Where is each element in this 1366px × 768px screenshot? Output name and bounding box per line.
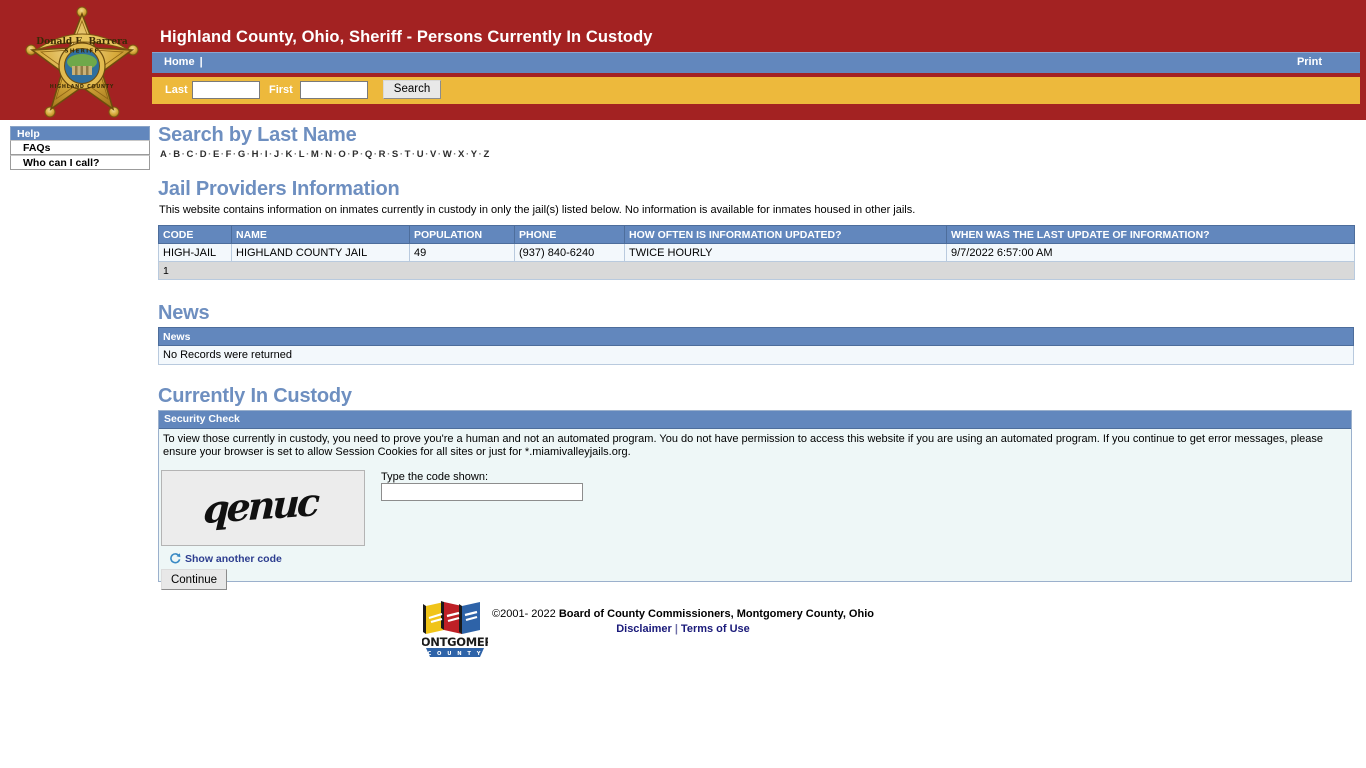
captcha-code-label: Type the code shown:	[381, 471, 488, 483]
page-footer: MONTGOMERY C O U N T Y ©2001- 2022 Board…	[0, 598, 1366, 635]
col-phone[interactable]: PHONE	[515, 226, 625, 244]
alphabet-link-b[interactable]: B	[173, 149, 180, 160]
cell-phone: (937) 840-6240	[515, 244, 625, 262]
site-header: Donald E. Barrera SHERIFF HIGHLAND COUNT…	[0, 0, 1366, 120]
col-name[interactable]: NAME	[232, 226, 410, 244]
jail-providers-title: Jail Providers Information	[158, 178, 1354, 201]
print-link[interactable]: Print	[1297, 56, 1322, 68]
alphabet-link-n[interactable]: N	[325, 149, 332, 160]
continue-button[interactable]: Continue	[161, 569, 227, 590]
currently-in-custody-title: Currently In Custody	[158, 385, 1354, 408]
last-name-label: Last	[165, 84, 188, 96]
news-empty-row: No Records were returned	[159, 346, 1354, 365]
search-by-last-name-title: Search by Last Name	[158, 124, 1354, 147]
news-empty-message: No Records were returned	[159, 346, 1354, 365]
sidebar-item-who-can-i-call-label[interactable]: Who can I call?	[23, 157, 99, 169]
help-sidebar: Help FAQs Who can I call?	[10, 126, 150, 170]
page-title: Highland County, Ohio, Sheriff - Persons…	[160, 28, 653, 47]
show-another-code-link[interactable]: Show another code	[169, 552, 282, 567]
table-pager-row: 1	[159, 262, 1355, 280]
alphabet-link-j[interactable]: J	[274, 149, 280, 160]
jail-providers-blurb: This website contains information on inm…	[159, 204, 1354, 216]
sidebar-heading-help: Help	[10, 126, 150, 140]
cell-code: HIGH-JAIL	[159, 244, 232, 262]
sidebar-item-faqs-label[interactable]: FAQs	[23, 142, 50, 154]
cell-population: 49	[410, 244, 515, 262]
copyright-prefix: ©2001- 2022	[492, 608, 559, 620]
table-header-row: CODE NAME POPULATION PHONE HOW OFTEN IS …	[159, 226, 1355, 244]
alphabet-link-e[interactable]: E	[213, 149, 220, 160]
copyright-entity: Board of County Commissioners, Montgomer…	[559, 608, 874, 620]
security-check-panel: Security Check To view those currently i…	[158, 410, 1352, 582]
cell-update-frequency: TWICE HOURLY	[625, 244, 947, 262]
svg-text:HIGHLAND COUNTY: HIGHLAND COUNTY	[50, 84, 114, 90]
captcha-code-text: qenuc	[202, 479, 317, 532]
terms-of-use-link[interactable]: Terms of Use	[681, 623, 750, 635]
nav-right-group: Print	[1297, 56, 1322, 68]
main-navbar: Home| Print	[152, 52, 1360, 73]
sheriff-badge-icon: Donald E. Barrera SHERIFF HIGHLAND COUNT…	[22, 4, 142, 120]
first-name-label: First	[269, 84, 293, 96]
alphabet-link-s[interactable]: S	[392, 149, 399, 160]
news-header-row: News	[159, 328, 1354, 346]
news-title: News	[158, 302, 1354, 325]
svg-text:C O U N T Y: C O U N T Y	[427, 651, 482, 657]
disclaimer-link[interactable]: Disclaimer	[616, 623, 672, 635]
alphabet-link-q[interactable]: Q	[365, 149, 373, 160]
montgomery-county-logo: MONTGOMERY C O U N T Y	[422, 600, 488, 660]
footer-links-separator: |	[672, 623, 681, 635]
col-population[interactable]: POPULATION	[410, 226, 515, 244]
quick-search-bar: Last First Search	[152, 77, 1360, 104]
last-name-input[interactable]	[192, 81, 260, 99]
alphabet-link-w[interactable]: W	[443, 149, 453, 160]
show-another-code-label: Show another code	[185, 553, 282, 565]
sidebar-item-who-can-i-call[interactable]: Who can I call?	[10, 155, 150, 170]
copyright-line: ©2001- 2022 Board of County Commissioner…	[492, 598, 874, 620]
alphabet-link-r[interactable]: R	[379, 149, 386, 160]
table-row[interactable]: HIGH-JAIL HIGHLAND COUNTY JAIL 49 (937) …	[159, 244, 1355, 262]
refresh-icon	[169, 552, 181, 567]
alphabet-link-g[interactable]: G	[238, 149, 246, 160]
col-last-update[interactable]: WHEN WAS THE LAST UPDATE OF INFORMATION?	[947, 226, 1355, 244]
nav-home-link[interactable]: Home	[164, 56, 195, 68]
footer-links: Disclaimer|Terms of Use	[492, 623, 874, 635]
sidebar-item-faqs[interactable]: FAQs	[10, 140, 150, 155]
alphabet-link-v[interactable]: V	[430, 149, 437, 160]
alphabet-link-c[interactable]: C	[186, 149, 193, 160]
main-content: Search by Last Name A·B·C·D·E·F·G·H·I·J·…	[158, 124, 1354, 582]
alphabet-link-z[interactable]: Z	[483, 149, 489, 160]
captcha-code-input[interactable]	[381, 483, 583, 501]
col-news: News	[159, 328, 1354, 346]
nav-separator: |	[195, 56, 208, 68]
svg-text:MONTGOMERY: MONTGOMERY	[422, 635, 488, 649]
pager-page-number[interactable]: 1	[159, 262, 1355, 280]
search-button[interactable]: Search	[383, 80, 441, 99]
cell-name: HIGHLAND COUNTY JAIL	[232, 244, 410, 262]
nav-left-group: Home|	[164, 56, 208, 68]
security-check-body: To view those currently in custody, you …	[159, 429, 1351, 581]
col-code[interactable]: CODE	[159, 226, 232, 244]
svg-text:SHERIFF: SHERIFF	[65, 49, 100, 55]
alphabet-link-k[interactable]: K	[285, 149, 292, 160]
security-check-instructions: To view those currently in custody, you …	[163, 433, 1347, 459]
news-table: News No Records were returned	[158, 327, 1354, 365]
alphabet-link-x[interactable]: X	[458, 149, 465, 160]
alphabet-link-y[interactable]: Y	[471, 149, 478, 160]
alphabet-link-h[interactable]: H	[252, 149, 259, 160]
cell-last-update: 9/7/2022 6:57:00 AM	[947, 244, 1355, 262]
jail-providers-table: CODE NAME POPULATION PHONE HOW OFTEN IS …	[158, 225, 1355, 280]
security-check-heading: Security Check	[159, 411, 1351, 429]
captcha-image: qenuc	[161, 470, 365, 546]
first-name-input[interactable]	[300, 81, 368, 99]
col-update-frequency[interactable]: HOW OFTEN IS INFORMATION UPDATED?	[625, 226, 947, 244]
alphabet-index: A·B·C·D·E·F·G·H·I·J·K·L·M·N·O·P·Q·R·S·T·…	[160, 149, 1354, 160]
